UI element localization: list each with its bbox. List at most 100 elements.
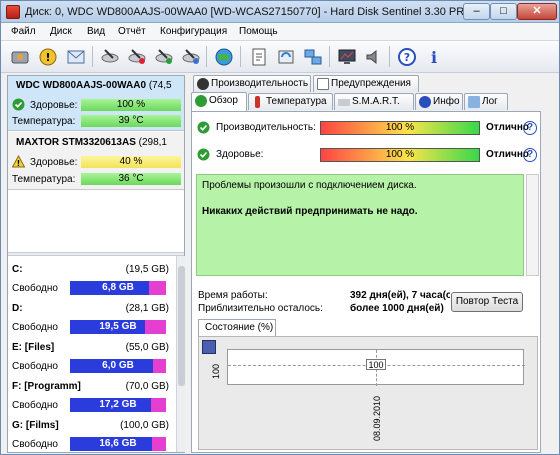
tab-temperature[interactable]: Температура (248, 93, 333, 110)
health-history-chart: 100 100 08.09.2010 (198, 336, 538, 450)
tab-performance[interactable]: Производительность (193, 75, 311, 92)
temperature-label: Температура: (12, 116, 76, 127)
svg-text:?: ? (403, 51, 409, 64)
volume-name: F: [Programm] (12, 381, 81, 392)
disk-settings-icon[interactable] (178, 44, 203, 69)
tab-overview[interactable]: Обзор (191, 92, 247, 111)
mail-icon[interactable] (63, 44, 88, 69)
details-panel: Производительность Предупреждения Обзор … (191, 75, 553, 453)
message-line-1: Проблемы произошли с подключением диска. (202, 180, 417, 191)
app-window: Диск: 0, WDC WD800AAJS-00WAA0 [WD-WCAS27… (0, 0, 560, 455)
overview-content: Производительность: 100 % Отлично ? Здор… (191, 111, 541, 453)
chart-x-tick: 08.09.2010 (372, 395, 382, 441)
menu-view[interactable]: Вид (87, 26, 105, 37)
volume-item[interactable]: D: (28,1 GB) Свободно 19,5 GB (8, 301, 175, 340)
disk-icon (338, 99, 350, 106)
warning-icon: ! (12, 155, 25, 168)
svg-text:i: i (430, 48, 436, 67)
ok-icon (12, 98, 25, 111)
globe-icon[interactable] (211, 44, 236, 69)
performance-meter: 100 % (320, 121, 480, 135)
performance-icon (197, 78, 209, 90)
volume-free-value: 6,0 GB (102, 360, 134, 371)
volume-name: E: [Files] (12, 342, 55, 353)
sync-icon[interactable] (273, 44, 298, 69)
status-message-box: Проблемы произошли с подключением диска.… (196, 174, 524, 276)
volume-size: (100,0 GB) (120, 420, 169, 431)
disk-tool-2-icon[interactable] (124, 44, 149, 69)
volume-item[interactable]: F: [Programm] (70,0 GB) Свободно 17,2 GB (8, 379, 175, 418)
remaining-label: Приблизительно осталось: (198, 303, 323, 314)
panel-splitter[interactable] (8, 252, 184, 256)
network-icon[interactable] (300, 44, 325, 69)
menu-disk[interactable]: Диск (50, 26, 72, 37)
health-label: Здоровье: (30, 100, 78, 111)
volume-scrollbar[interactable] (176, 256, 185, 452)
disk-item[interactable]: MAXTOR STM3320613AS (298,1 ! Здоровье: 4… (8, 132, 184, 190)
volume-item[interactable]: C: (19,5 GB) Свободно 6,8 GB (8, 262, 175, 301)
volume-free-value: 19,5 GB (99, 321, 137, 332)
chart-point-label: 100 (366, 359, 386, 370)
volume-free-label: Свободно (12, 400, 58, 411)
volume-free-bar: 17,2 GB (70, 398, 166, 412)
tab-warnings[interactable]: Предупреждения (313, 75, 419, 92)
svg-text:!: ! (17, 159, 21, 168)
thermometer-icon (255, 96, 260, 108)
title-bar: Диск: 0, WDC WD800AAJS-00WAA0 [WD-WCAS27… (1, 1, 559, 23)
tab-state-percent[interactable]: Состояние (%) (198, 319, 276, 336)
volume-free-label: Свободно (12, 322, 58, 333)
disk-tool-1-icon[interactable] (97, 44, 122, 69)
disk-size: (74,5 (148, 80, 172, 91)
volume-item[interactable]: G: [Films] (100,0 GB) Свободно 16,6 GB (8, 418, 175, 454)
menu-bar: Файл Диск Вид Отчёт Конфигурация Помощь (1, 23, 559, 41)
disk-check-icon[interactable] (151, 44, 176, 69)
tab-label: Предупреждения (331, 78, 411, 89)
volume-free-bar: 16,6 GB (70, 437, 166, 451)
health-bar: 40 % (81, 156, 181, 168)
tab-label: Инфо (433, 96, 460, 107)
log-icon (468, 96, 480, 108)
scrollbar-thumb[interactable] (178, 266, 185, 386)
tab-label: S.M.A.R.T. (352, 96, 400, 107)
health-label: Здоровье: (216, 149, 264, 160)
temperature-bar: 36 °C (81, 173, 181, 185)
info-icon[interactable]: i (421, 44, 446, 69)
performance-help-icon[interactable]: ? (523, 121, 537, 135)
ok-icon (195, 95, 207, 107)
tab-label: Температура (266, 96, 327, 107)
disk-name: MAXTOR STM3320613AS (298,1 (16, 137, 167, 148)
sound-icon[interactable] (361, 44, 386, 69)
help-icon[interactable]: ? (394, 44, 419, 69)
window-title: Диск: 0, WDC WD800AAJS-00WAA0 [WD-WCAS27… (25, 6, 473, 18)
temperature-bar: 39 °C (81, 115, 181, 127)
volume-free-label: Свободно (12, 283, 58, 294)
refresh-disk-icon[interactable] (7, 44, 32, 69)
volume-size: (55,0 GB) (125, 342, 169, 353)
volume-item[interactable]: E: [Files] (55,0 GB) Свободно 6,0 GB (8, 340, 175, 379)
volume-free-bar: 6,0 GB (70, 359, 166, 373)
volume-free-bar: 19,5 GB (70, 320, 166, 334)
tab-log[interactable]: Лог (464, 93, 508, 110)
health-label: Здоровье: (30, 157, 78, 168)
health-meter: 100 % (320, 148, 480, 162)
alert-icon[interactable]: ! (35, 44, 60, 69)
disk-item-selected[interactable]: WDC WD800AAJS-00WAA0 (74,5 Здоровье: 100… (8, 76, 184, 131)
tab-info[interactable]: Инфо (415, 93, 463, 110)
message-scrollbar[interactable] (526, 174, 539, 276)
report-icon[interactable] (246, 44, 271, 69)
tab-smart[interactable]: S.M.A.R.T. (334, 93, 414, 110)
close-button[interactable]: ✕ (517, 3, 557, 20)
health-help-icon[interactable]: ? (523, 148, 537, 162)
volume-name: C: (12, 264, 23, 275)
minimize-button[interactable]: – (463, 3, 490, 20)
menu-help[interactable]: Помощь (239, 26, 278, 37)
retest-button[interactable]: Повтор Теста (451, 292, 523, 312)
monitor-icon[interactable] (334, 44, 359, 69)
menu-report[interactable]: Отчёт (118, 26, 146, 37)
menu-config[interactable]: Конфигурация (160, 26, 227, 37)
maximize-button[interactable]: □ (490, 3, 517, 20)
save-icon[interactable] (202, 340, 216, 354)
svg-text:!: ! (45, 51, 50, 64)
menu-file[interactable]: Файл (11, 26, 36, 37)
volume-free-bar: 6,8 GB (70, 281, 166, 295)
